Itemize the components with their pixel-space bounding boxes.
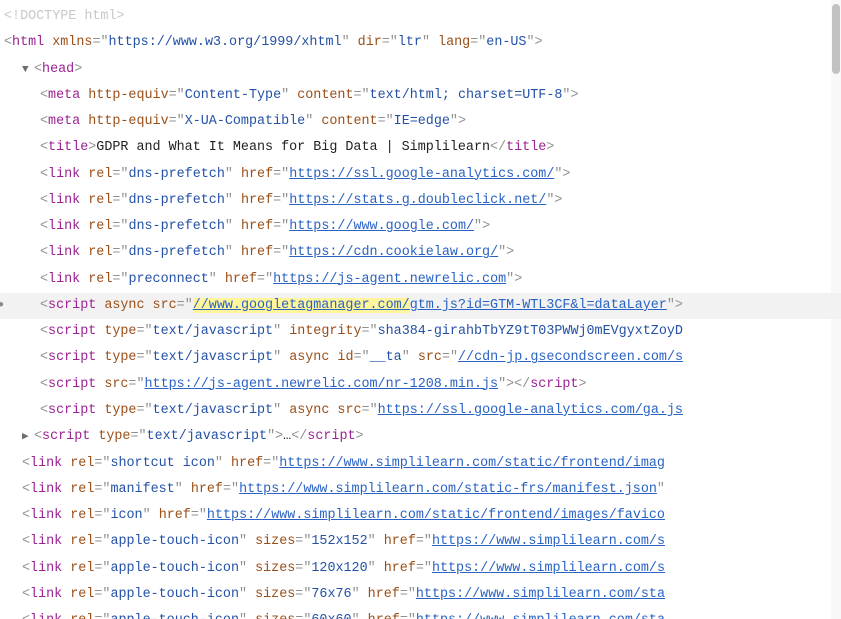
link-node[interactable]: <link rel="dns-prefetch" href="https://s… — [0, 188, 841, 214]
ellipsis-icon[interactable]: … — [283, 429, 291, 444]
link-node[interactable]: <link rel="dns-prefetch" href="https://s… — [0, 162, 841, 188]
src-link[interactable]: https://js-agent.newrelic.com/nr-1208.mi… — [145, 377, 499, 392]
disclosure-triangle-icon[interactable]: ▶ — [22, 427, 34, 449]
doctype-node[interactable]: <!DOCTYPE html> — [0, 4, 841, 30]
doctype-text: <!DOCTYPE html> — [4, 9, 125, 24]
link-node[interactable]: <link rel="icon" href="https://www.simpl… — [0, 503, 841, 529]
devtools-elements-panel: <!DOCTYPE html> <html xmlns="https://www… — [0, 0, 841, 619]
href-link[interactable]: https://www.simplilearn.com/s — [432, 534, 665, 549]
script-node[interactable]: <script src="https://js-agent.newrelic.c… — [0, 372, 841, 398]
script-node[interactable]: <script type="text/javascript" integrity… — [0, 319, 841, 345]
src-link[interactable]: //cdn-jp.gsecondscreen.com/s — [458, 350, 683, 365]
link-node[interactable]: <link rel="apple-touch-icon" sizes="152x… — [0, 529, 841, 555]
bullet-icon: ● — [0, 296, 4, 316]
script-node-highlighted[interactable]: ● <script async src="//www.googletagmana… — [0, 293, 841, 319]
title-node[interactable]: <title>GDPR and What It Means for Big Da… — [0, 135, 841, 161]
link-node[interactable]: <link rel="manifest" href="https://www.s… — [0, 477, 841, 503]
disclosure-triangle-icon[interactable]: ▼ — [22, 60, 34, 82]
link-node[interactable]: <link rel="dns-prefetch" href="https://w… — [0, 214, 841, 240]
link-node[interactable]: <link rel="shortcut icon" href="https://… — [0, 451, 841, 477]
href-link[interactable]: https://www.simplilearn.com/s — [432, 561, 665, 576]
title-text: GDPR and What It Means for Big Data | Si… — [96, 140, 490, 155]
meta-node[interactable]: <meta http-equiv="Content-Type" content=… — [0, 83, 841, 109]
src-link-highlighted[interactable]: //www.googletagmanager.com/ — [193, 298, 410, 313]
meta-node[interactable]: <meta http-equiv="X-UA-Compatible" conte… — [0, 109, 841, 135]
href-link[interactable]: https://www.simplilearn.com/sta — [416, 613, 665, 619]
href-link[interactable]: https://ssl.google-analytics.com/ — [289, 167, 554, 182]
href-link[interactable]: https://js-agent.newrelic.com — [273, 272, 506, 287]
html-node[interactable]: <html xmlns="https://www.w3.org/1999/xht… — [0, 30, 841, 56]
href-link[interactable]: https://www.simplilearn.com/sta — [416, 587, 665, 602]
src-link[interactable]: https://ssl.google-analytics.com/ga.js — [378, 403, 683, 418]
href-link[interactable]: https://www.simplilearn.com/static/front… — [207, 508, 665, 523]
link-node[interactable]: <link rel="apple-touch-icon" sizes="120x… — [0, 556, 841, 582]
href-link[interactable]: https://cdn.cookielaw.org/ — [289, 245, 498, 260]
dom-tree: <!DOCTYPE html> <html xmlns="https://www… — [0, 0, 841, 619]
script-node[interactable]: <script type="text/javascript" async id=… — [0, 345, 841, 371]
link-node[interactable]: <link rel="apple-touch-icon" sizes="60x6… — [0, 608, 841, 619]
head-node[interactable]: ▼<head> — [0, 57, 841, 83]
href-link[interactable]: https://www.google.com/ — [289, 219, 474, 234]
link-node[interactable]: <link rel="dns-prefetch" href="https://c… — [0, 240, 841, 266]
link-node[interactable]: <link rel="preconnect" href="https://js-… — [0, 267, 841, 293]
link-node[interactable]: <link rel="apple-touch-icon" sizes="76x7… — [0, 582, 841, 608]
script-node-collapsed[interactable]: ▶<script type="text/javascript">…</scrip… — [0, 424, 841, 450]
href-link[interactable]: https://stats.g.doubleclick.net/ — [289, 193, 546, 208]
href-link[interactable]: https://www.simplilearn.com/static/front… — [279, 456, 665, 471]
script-node[interactable]: <script type="text/javascript" async src… — [0, 398, 841, 424]
href-link[interactable]: https://www.simplilearn.com/static-frs/m… — [239, 482, 657, 497]
